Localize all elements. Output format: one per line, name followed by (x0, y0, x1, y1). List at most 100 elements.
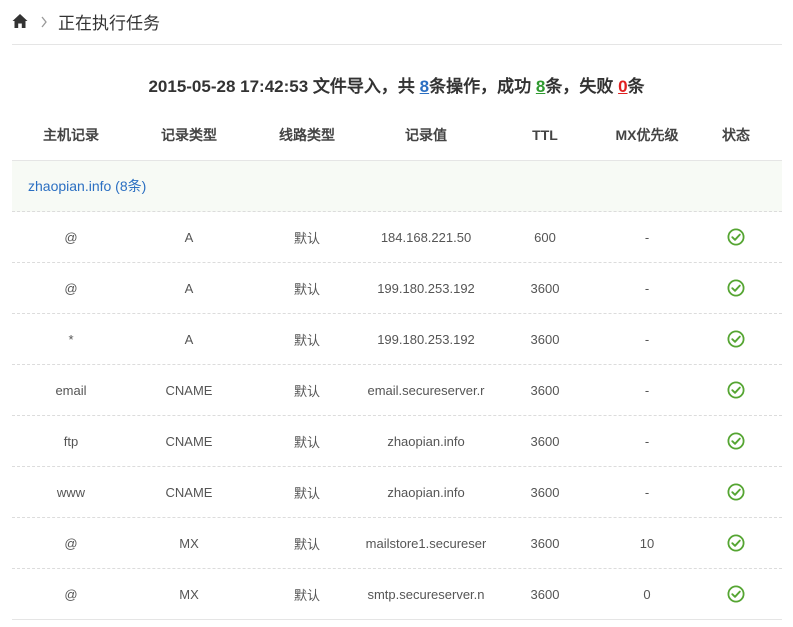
cell-host: ftp (63, 433, 79, 449)
summary-fail-label: 失败 (579, 77, 614, 96)
domain-group-row[interactable]: zhaopian.info (8条) (12, 161, 782, 212)
cell-mx: - (644, 382, 650, 398)
table-row: email CNAME 默认 email.secureserver.r 3600 - (12, 365, 782, 416)
cell-value-text: email.secureserver.r (367, 382, 485, 398)
cell-mx: - (644, 229, 650, 245)
cell-line: 默认 (293, 485, 320, 501)
header-mx: MX优先级 (615, 127, 679, 143)
cell-mx: 10 (639, 535, 655, 551)
cell-ttl: 3600 (530, 382, 560, 398)
summary-success-label: 成功 (497, 77, 532, 96)
cell-value: email.secureserver.r (366, 383, 486, 398)
cell-type: A (184, 280, 194, 296)
cell-mx: - (644, 484, 650, 500)
cell-value-text: 199.180.253.192 (377, 280, 475, 296)
fail-count: 0 (618, 77, 628, 96)
cell-value-text: zhaopian.info (387, 484, 465, 500)
cell-status (690, 534, 782, 552)
cell-value: mailstore1.secureser (366, 536, 486, 551)
cell-type: A (184, 331, 194, 347)
summary-success-unit: 条， (545, 77, 580, 96)
cell-value: 199.180.253.192 (366, 281, 486, 296)
cell-value-text: mailstore1.secureser (366, 535, 486, 551)
cell-ttl: 3600 (530, 433, 560, 449)
summary-total-label: 共 (397, 77, 415, 96)
table-row: @ A 默认 184.168.221.50 600 - (12, 212, 782, 263)
cell-mx: - (644, 433, 650, 449)
cell-type: MX (179, 535, 199, 551)
header-ttl: TTL (532, 127, 558, 143)
check-circle-icon (727, 228, 745, 246)
import-summary: 2015-05-28 17:42:53 文件导入，共 8条操作，成功 8条，失败… (0, 72, 793, 97)
summary-prefix: 2015-05-28 17:42:53 文件导入， (148, 77, 398, 96)
cell-status (690, 279, 782, 297)
cell-host: @ (64, 586, 78, 602)
check-circle-icon (727, 585, 745, 603)
cell-type: A (184, 229, 194, 245)
cell-value: zhaopian.info (366, 485, 486, 500)
cell-value-text: zhaopian.info (387, 433, 465, 449)
cell-ttl: 600 (534, 229, 556, 245)
breadcrumb-current: 正在执行任务 (58, 13, 160, 33)
cell-value: zhaopian.info (366, 434, 486, 449)
cell-mx: 0 (643, 586, 651, 602)
header-type: 记录类型 (161, 127, 217, 143)
cell-status (690, 330, 782, 348)
cell-host: @ (64, 280, 78, 296)
cell-mx: - (644, 331, 650, 347)
home-icon[interactable] (12, 13, 28, 29)
cell-type: MX (179, 586, 199, 602)
cell-ttl: 3600 (530, 331, 560, 347)
check-circle-icon (727, 330, 745, 348)
table-header: 主机记录 记录类型 线路类型 记录值 TTL MX优先级 状态 (12, 110, 782, 161)
cell-value: smtp.secureserver.n (366, 587, 486, 602)
cell-line: 默认 (293, 434, 320, 450)
success-count: 8 (535, 77, 546, 96)
breadcrumb: 正在执行任务 (12, 0, 782, 45)
table-row: ftp CNAME 默认 zhaopian.info 3600 - (12, 416, 782, 467)
cell-status (690, 483, 782, 501)
cell-host: @ (64, 535, 78, 551)
cell-value: 184.168.221.50 (366, 230, 486, 245)
cell-line: 默认 (293, 332, 320, 348)
table-row: * A 默认 199.180.253.192 3600 - (12, 314, 782, 365)
cell-line: 默认 (293, 230, 320, 246)
table-row: @ MX 默认 mailstore1.secureser 3600 10 (12, 518, 782, 569)
chevron-right-icon (41, 16, 47, 28)
cell-status (690, 585, 782, 603)
cell-host: email (55, 382, 87, 398)
cell-status (690, 432, 782, 450)
header-host: 主机记录 (43, 127, 99, 143)
total-count: 8 (419, 77, 430, 96)
cell-host: @ (64, 229, 78, 245)
cell-value-text: smtp.secureserver.n (367, 586, 485, 602)
header-status: 状态 (722, 127, 750, 143)
cell-value-text: 184.168.221.50 (380, 229, 472, 245)
cell-mx: - (644, 280, 650, 296)
cell-ttl: 3600 (530, 280, 560, 296)
cell-line: 默认 (293, 536, 320, 552)
summary-total-unit: 条操作， (429, 77, 498, 96)
cell-line: 默认 (293, 281, 320, 297)
cell-status (690, 381, 782, 399)
check-circle-icon (727, 279, 745, 297)
header-value: 记录值 (405, 127, 447, 143)
table-row: @ A 默认 199.180.253.192 3600 - (12, 263, 782, 314)
cell-host: * (68, 331, 74, 347)
cell-type: CNAME (165, 382, 213, 398)
cell-type: CNAME (165, 433, 213, 449)
records-table: 主机记录 记录类型 线路类型 记录值 TTL MX优先级 状态 zhaopian… (12, 110, 782, 620)
cell-ttl: 3600 (530, 535, 560, 551)
cell-type: CNAME (165, 484, 213, 500)
cell-line: 默认 (293, 587, 320, 603)
check-circle-icon (727, 534, 745, 552)
summary-fail-unit: 条 (627, 77, 645, 96)
header-line: 线路类型 (279, 127, 335, 143)
check-circle-icon (727, 381, 745, 399)
cell-ttl: 3600 (530, 484, 560, 500)
cell-line: 默认 (293, 383, 320, 399)
table-row: www CNAME 默认 zhaopian.info 3600 - (12, 467, 782, 518)
check-circle-icon (727, 483, 745, 501)
cell-host: www (56, 484, 86, 500)
domain-group-title[interactable]: zhaopian.info (8条) (12, 176, 146, 196)
